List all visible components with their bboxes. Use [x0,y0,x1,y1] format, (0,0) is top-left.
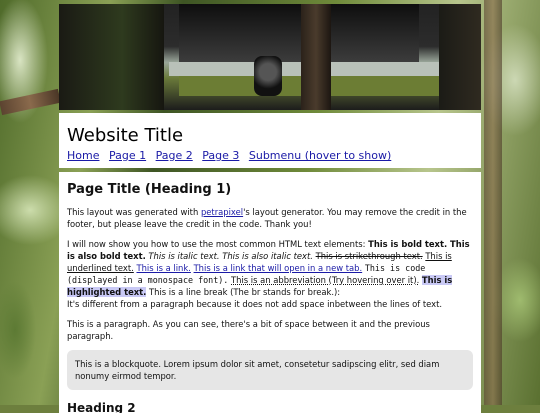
trunk-decoration [484,0,502,405]
line-break-text-1: This is a line break (The br stands for … [149,287,341,297]
main-nav: Home Page 1 Page 2 Page 3 Submenu (hover… [67,149,477,162]
nav-home[interactable]: Home [67,149,99,162]
paragraph-example: This is a paragraph. As you can see, the… [67,319,430,341]
intro-text-before: This layout was generated with [67,207,201,217]
petrapixel-link[interactable]: petrapixel [201,207,243,217]
nav-page-3[interactable]: Page 3 [202,149,239,162]
page-container: Website Title Home Page 1 Page 2 Page 3 … [59,4,481,413]
line-break-text-2: It's different from a paragraph because … [67,299,443,309]
new-tab-link[interactable]: This is a link that will open in a new t… [194,263,363,273]
text-elements-lead: I will now show you how to use the most … [67,239,369,249]
italic-text: This is italic text. This is also italic… [148,251,313,261]
header-image-tree [59,4,164,110]
header-image-tree [301,4,331,110]
nav-page-1[interactable]: Page 1 [109,149,146,162]
nav-page-2[interactable]: Page 2 [156,149,193,162]
strikethrough-text: This is strikethrough text. [315,251,423,261]
header-image-tree [439,4,481,110]
abbreviation-text[interactable]: This is an abbreviation (Try hovering ov… [231,275,419,285]
header-image [59,4,481,110]
main-content: Page Title (Heading 1) This layout was g… [59,172,481,413]
nav-submenu[interactable]: Submenu (hover to show) [249,149,391,162]
example-link[interactable]: This is a link. [136,263,190,273]
page-title: Page Title (Heading 1) [67,182,232,197]
site-title: Website Title [67,125,184,146]
header-image-sky [179,4,419,62]
intro-paragraph: This layout was generated with petrapixe… [67,206,473,230]
heading-2: Heading 2 [67,401,136,413]
site-header: Website Title Home Page 1 Page 2 Page 3 … [59,113,481,168]
blockquote: This is a blockquote. Lorem ipsum dolor … [67,350,473,390]
header-image-motorcycle [254,56,282,96]
text-elements-paragraph: I will now show you how to use the most … [67,238,473,310]
